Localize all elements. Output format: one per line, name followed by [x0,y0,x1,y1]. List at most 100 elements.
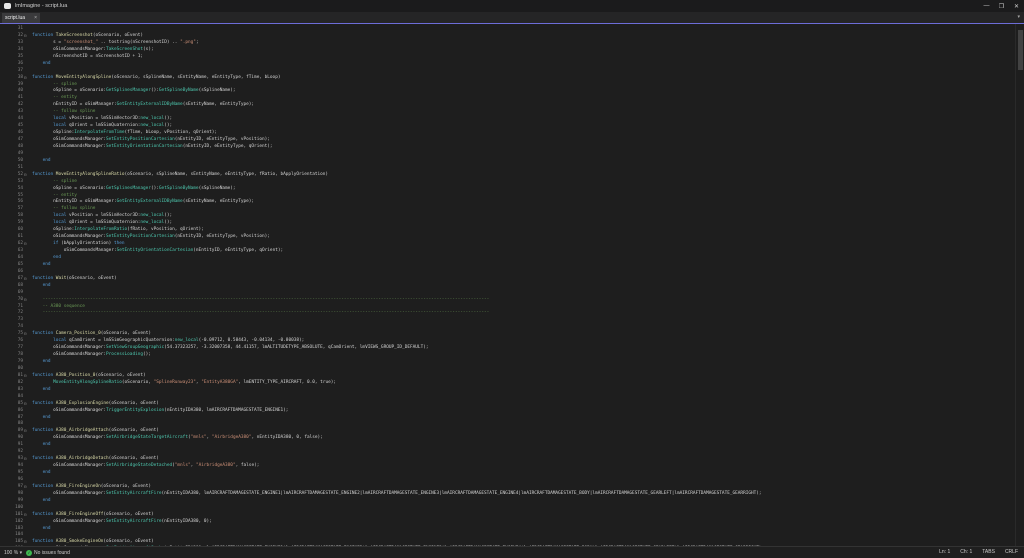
code-line[interactable]: 63 oSimCommandsManager:SetEntityOrientat… [18,248,1010,255]
code-line[interactable]: 98 oSimCommandsManager:SetEntityAircraft… [18,491,1010,498]
fold-toggle-icon[interactable]: ⊟ [24,33,29,40]
fold-toggle-icon[interactable]: ⊟ [24,373,29,380]
code-line[interactable]: 50 end [18,158,1010,165]
code-line[interactable]: 99 end [18,498,1010,505]
code-line[interactable]: 36 end [18,61,1010,68]
code-line[interactable]: 44 local vPosition = lmSSimVector3D:new_… [18,116,1010,123]
code-line[interactable]: 62 ⊟ if (bApplyOrientation) then [18,241,1010,248]
code-line[interactable]: 103 end [15,526,1010,533]
code-line[interactable]: 31 [18,26,1010,33]
code-line[interactable]: 100 [15,505,1010,512]
eol-indicator[interactable]: CRLF [1005,549,1018,555]
code-line[interactable]: 42 nEntityID = oSimManager:GetEntityExte… [18,102,1010,109]
fold-toggle-icon[interactable]: ⊟ [24,456,29,463]
code-line[interactable]: 97 ⊟ function A380_FireEngineOn(oScenario,… [18,484,1010,491]
code-line[interactable]: 92 [18,449,1010,456]
fold-toggle-icon[interactable]: ⊟ [24,401,29,408]
code-line[interactable]: 79 end [18,359,1010,366]
tab-script-lua[interactable]: script.lua × [2,13,40,23]
code-line[interactable]: 105 ⊟ function A380_SmokeEngineOn(oScenari… [15,539,1010,546]
code-line[interactable]: 53 -- spline [18,179,1010,186]
fold-toggle-icon[interactable]: ⊟ [24,539,29,546]
code-line[interactable]: 35 nScreenshotID = nScreenshotID + 1; [18,54,1010,61]
code-line[interactable]: 85 ⊟ function A380_ExplosionEngine(oScenar… [18,401,1010,408]
code-line[interactable]: 73 [18,317,1010,324]
code-line[interactable]: 65 end [18,262,1010,269]
zoom-level[interactable]: 100 % ▾ [4,550,26,556]
code-line[interactable]: 78 oSimCommandsManager:ProcessLoading(); [18,352,1010,359]
code-line[interactable]: 96 [18,477,1010,484]
fold-toggle-icon[interactable]: ⊟ [24,276,29,283]
code-line[interactable]: 37 [18,68,1010,75]
fold-toggle-icon[interactable]: ⊟ [24,241,29,248]
code-editor[interactable]: 31 32 ⊟ function TakeScreenshot(oScenario, … [0,24,1024,546]
code-area[interactable]: 31 32 ⊟ function TakeScreenshot(oScenario, … [15,26,1010,546]
code-line[interactable]: 47 oSimCommandsManager:SetEntityPosition… [18,137,1010,144]
code-line[interactable]: 80 [18,366,1010,373]
char-indicator[interactable]: Ch: 1 [960,549,972,555]
code-line[interactable]: 51 [18,165,1010,172]
fold-toggle-icon[interactable]: ⊟ [24,297,29,304]
code-line[interactable]: 64 end [18,255,1010,262]
code-line[interactable]: 32 ⊟ function TakeScreenshot(oScenario, oE… [18,33,1010,40]
code-line[interactable]: 88 [18,421,1010,428]
code-line[interactable]: 81 ⊟ function A380_Position_0(oScenario, o… [18,373,1010,380]
code-line[interactable]: 56 nEntityID = oSimManager:GetEntityExte… [18,199,1010,206]
code-line[interactable]: 49 [18,151,1010,158]
indent-indicator[interactable]: TABS [982,549,995,555]
code-line[interactable]: 46 oSpline:InterpolateFromTime(fTime, bL… [18,130,1010,137]
code-line[interactable]: 91 end [18,442,1010,449]
tab-close-icon[interactable]: × [34,15,37,21]
code-line[interactable]: 86 oSimCommandsManager:TriggerEntityExpl… [18,408,1010,415]
code-line[interactable]: 67 ⊟ function Wait(oScenario, oEvent) [18,276,1010,283]
code-token: oSimCommandsManager: [32,234,107,240]
close-button[interactable]: ✕ [1009,0,1024,12]
fold-toggle-icon[interactable]: ⊟ [24,172,29,179]
zoom-dropdown-icon[interactable]: ▾ [20,550,23,556]
minimize-button[interactable]: — [979,0,994,12]
code-line[interactable]: 72 -------------------------------------… [18,310,1010,317]
fold-toggle-icon[interactable]: ⊟ [24,484,29,491]
code-line[interactable]: 38 ⊟ function MoveEntityAlongSpline(oScena… [18,75,1010,82]
fold-toggle-icon[interactable]: ⊟ [24,75,29,82]
code-line[interactable]: 82 MoveEntityAlongSplineRatio(oScenario,… [18,379,1010,387]
scrollbar-thumb[interactable] [1018,30,1023,70]
code-token: "SplineRunway23" [153,379,196,385]
fold-toggle-icon[interactable]: ⊟ [24,428,29,435]
code-line[interactable]: 34 oSimCommandsManager:TakeScreenShot(s)… [18,47,1010,54]
code-line[interactable]: 83 end [18,387,1010,394]
code-line[interactable]: 61 oSimCommandsManager:SetEntityPosition… [18,234,1010,241]
fold-toggle-icon[interactable]: ⊟ [24,331,29,338]
fold-toggle-icon[interactable]: ⊟ [24,512,29,519]
code-line[interactable]: 54 oSpline = oScenario:GetSplinesManager… [18,186,1010,193]
code-line[interactable]: 57 -- follow spline [18,206,1010,213]
issues-status[interactable]: No issues found [34,550,70,556]
code-line[interactable]: 101 ⊟ function A380_FireEngineOff(oScenari… [15,512,1010,519]
code-line[interactable]: 77 oSimCommandsManager:SetViewGroupGeogr… [18,345,1010,352]
code-text: -- A380 sequence [32,304,85,311]
code-line[interactable]: 95 end [18,470,1010,477]
line-indicator[interactable]: Ln: 1 [939,549,950,555]
tab-list-dropdown-icon[interactable]: ▾ [1017,14,1020,20]
code-line[interactable]: 70 ⊟ ------------------------------------… [18,297,1010,304]
code-line[interactable]: 40 oSpline = oScenario:GetSplinesManager… [18,88,1010,95]
line-number: 65 [17,261,23,267]
code-line[interactable]: 58 local vPosition = lmSSimVector3D:new_… [18,213,1010,220]
vertical-scrollbar[interactable] [1015,24,1024,546]
code-line[interactable]: 68 end [18,283,1010,290]
code-line[interactable]: 94 oSimCommandsManager:SetAirbridgeState… [18,463,1010,470]
code-line[interactable]: 52 ⊟ function MoveEntityAlongSplineRatio(o… [18,172,1010,179]
code-line[interactable]: 66 [18,269,1010,276]
code-line[interactable]: 104 [15,532,1010,539]
code-line[interactable]: 102 oSimCommandsManager:SetEntityAircraf… [15,519,1010,526]
code-line[interactable]: 48 oSimCommandsManager:SetEntityOrientat… [18,144,1010,151]
code-line[interactable]: 74 [18,324,1010,331]
code-line[interactable]: 69 [18,290,1010,297]
code-line[interactable]: 90 oSimCommandsManager:SetAirbridgeState… [18,435,1010,442]
code-line[interactable]: 71 -- A380 sequence [18,304,1010,311]
maximize-button[interactable]: ❐ [994,0,1009,12]
code-line[interactable]: 87 end [18,415,1010,422]
code-line[interactable]: 43 -- follow spline [18,109,1010,116]
code-line[interactable]: 33 s = "screenshot_" .. tostring(nScreen… [18,40,1010,47]
code-line[interactable]: 84 [18,394,1010,401]
